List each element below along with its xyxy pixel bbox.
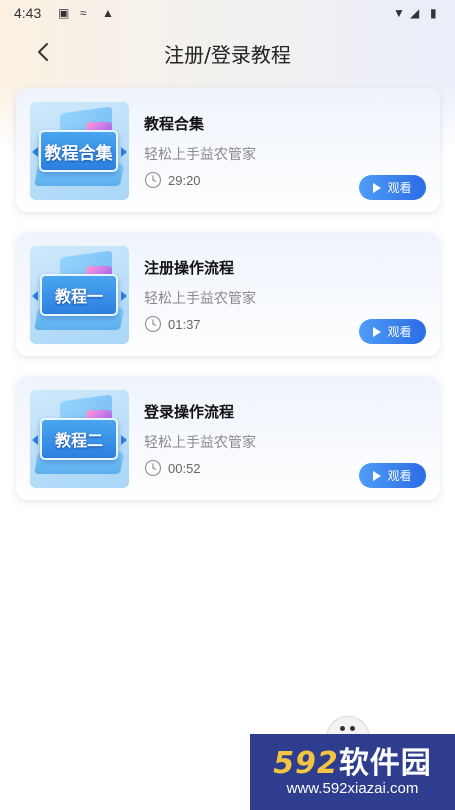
tutorial-thumbnail: 教程合集 xyxy=(30,102,129,200)
signal-icon: ◢ xyxy=(410,6,420,20)
tutorial-card-collection[interactable]: 教程合集 教程合集 轻松上手益农管家 29:20 观看 xyxy=(16,88,440,212)
clock-icon xyxy=(144,171,162,189)
watch-label: 观看 xyxy=(387,469,412,483)
thumbnail-label: 教程合集 xyxy=(39,130,118,172)
clock-icon xyxy=(144,315,162,333)
tutorial-duration: 29:20 xyxy=(168,173,201,188)
play-icon xyxy=(373,470,382,481)
tutorial-duration: 01:37 xyxy=(168,317,201,332)
watch-button[interactable]: 观看 xyxy=(359,463,426,488)
watermark-url: www.592xiazai.com xyxy=(286,780,419,797)
watch-label: 观看 xyxy=(387,181,412,195)
warning-icon: ▲ xyxy=(102,6,114,20)
page-title: 注册/登录教程 xyxy=(164,43,291,67)
tutorial-duration: 00:52 xyxy=(168,461,201,476)
watch-label: 观看 xyxy=(387,325,412,339)
tutorial-thumbnail: 教程二 xyxy=(30,390,129,488)
sync-icon: ≈ xyxy=(80,6,87,20)
tutorial-card-register[interactable]: 教程一 注册操作流程 轻松上手益农管家 01:37 观看 xyxy=(16,232,440,356)
watermark-brand: 592软件园 xyxy=(250,738,455,782)
tutorial-title: 注册操作流程 xyxy=(144,259,235,277)
watch-button[interactable]: 观看 xyxy=(359,175,426,200)
battery-icon: ▮ xyxy=(430,6,437,20)
wifi-icon: ▼ xyxy=(393,6,405,20)
clock-icon xyxy=(144,459,162,477)
watermark-logo: 592软件园 www.592xiazai.com xyxy=(250,734,455,810)
status-bar: 4:43 ▣ ≈ ▲ ▼ ◢ ▮ xyxy=(0,0,455,26)
notification-a-icon: ▣ xyxy=(58,6,70,20)
tutorial-title: 教程合集 xyxy=(144,115,205,133)
thumbnail-label: 教程二 xyxy=(40,418,118,460)
tutorial-card-login[interactable]: 教程二 登录操作流程 轻松上手益农管家 00:52 观看 xyxy=(16,376,440,500)
watch-button[interactable]: 观看 xyxy=(359,319,426,344)
tutorial-subtitle: 轻松上手益农管家 xyxy=(144,435,256,451)
play-icon xyxy=(373,326,382,337)
navigation-bar: 注册/登录教程 xyxy=(0,30,455,76)
watermark-brand-number: 592 xyxy=(273,746,339,781)
thumbnail-label: 教程一 xyxy=(40,274,118,316)
status-time: 4:43 xyxy=(14,5,42,21)
tutorial-subtitle: 轻松上手益农管家 xyxy=(144,147,256,163)
watermark-brand-text: 软件园 xyxy=(338,746,432,781)
tutorial-thumbnail: 教程一 xyxy=(30,246,129,344)
play-icon xyxy=(373,182,382,193)
tutorial-title: 登录操作流程 xyxy=(144,403,235,421)
tutorial-subtitle: 轻松上手益农管家 xyxy=(144,291,256,307)
